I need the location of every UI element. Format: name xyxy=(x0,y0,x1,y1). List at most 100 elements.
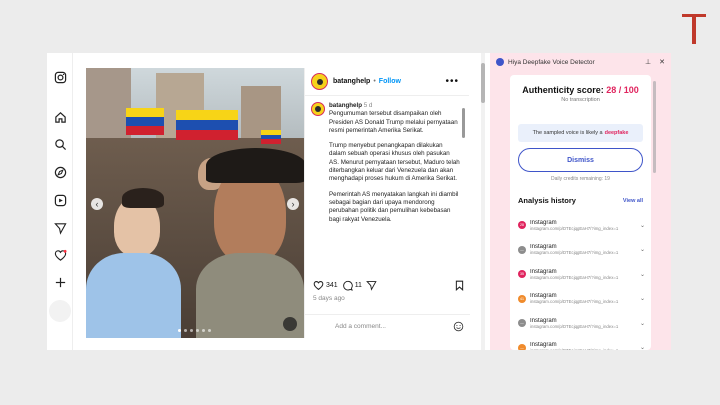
chevron-down-icon[interactable]: ⌄ xyxy=(640,271,645,278)
history-title: Analysis history xyxy=(518,196,576,205)
score-value: 28 / 100 xyxy=(606,85,639,95)
previous-arrow-icon[interactable]: ‹ xyxy=(91,198,103,210)
history-meta: Instagraminstagram.com/p/DTEcjqgEaH7/?im… xyxy=(530,220,637,231)
dismiss-button[interactable]: Dismiss xyxy=(518,148,643,172)
reels-icon[interactable] xyxy=(52,192,68,208)
follow-button[interactable]: Follow xyxy=(379,78,401,85)
post-username[interactable]: batanghelp xyxy=(333,78,370,85)
score-badge: — xyxy=(518,319,526,328)
verdict-banner: The sampled voice is likely a deepfake xyxy=(518,124,643,142)
instagram-sidebar xyxy=(47,53,73,350)
post-caption: batanghelp 5 d Pengumuman tersebut disamp… xyxy=(311,102,461,274)
score-badge: 35 xyxy=(518,270,526,279)
chevron-down-icon[interactable]: ⌄ xyxy=(640,295,645,302)
caption-paragraph: Trump menyebut penangkapan dilakukan dal… xyxy=(329,142,460,183)
video-person-hair xyxy=(206,148,304,183)
verdict-text: The sampled voice is likely a xyxy=(532,130,603,136)
score-badge: — xyxy=(518,343,526,350)
result-card: Authenticity score: 28 / 100 No transcri… xyxy=(510,75,651,350)
history-item[interactable]: — Instagraminstagram.com/p/DTEcjqgEaH7/?i… xyxy=(518,238,645,263)
history-item[interactable]: — Instagraminstagram.com/p/DTEcjqgEaH7/?i… xyxy=(518,311,645,336)
profile-bubble[interactable] xyxy=(49,300,71,322)
search-icon[interactable] xyxy=(52,136,68,152)
score-label: Authenticity score: xyxy=(522,85,604,95)
venezuela-flag xyxy=(176,110,238,140)
history-header: Analysis history View all xyxy=(518,196,643,205)
history-list: 28 Instagram instagram.com/p/DTEcjqgEaH7/?… xyxy=(518,213,645,350)
history-meta: Instagraminstagram.com/p/DTEcjqgEaH7/?im… xyxy=(530,269,637,280)
create-icon[interactable] xyxy=(52,274,68,290)
history-item[interactable]: 41 Instagram instagram.com/p/DTEcjqgEaH7/?… xyxy=(518,287,645,312)
explore-icon[interactable] xyxy=(52,164,68,180)
history-meta: Instagraminstagram.com/p/DTEcjqgEaH7/?im… xyxy=(530,342,637,350)
avatar[interactable] xyxy=(311,73,328,90)
comment-count: 11 xyxy=(354,281,362,289)
chevron-down-icon[interactable]: ⌄ xyxy=(640,320,645,327)
history-item[interactable]: — Instagraminstagram.com/p/DTEcjqgEaH7/?i… xyxy=(518,336,645,350)
notifications-icon[interactable] xyxy=(52,247,68,263)
more-options-icon[interactable]: ••• xyxy=(445,76,459,87)
credits-remaining: Daily credits remaining: 19 xyxy=(551,176,610,182)
save-icon[interactable] xyxy=(454,280,465,291)
history-meta: Instagraminstagram.com/p/DTEcjqgEaH7/?im… xyxy=(530,318,637,329)
share-icon[interactable] xyxy=(366,280,377,291)
home-icon[interactable] xyxy=(52,109,68,125)
carousel-dots xyxy=(178,329,211,332)
pin-icon[interactable]: ⊥ xyxy=(645,58,651,66)
chevron-down-icon[interactable]: ⌄ xyxy=(640,222,645,229)
post-time-ago: 5 days ago xyxy=(313,295,345,302)
history-meta: Instagraminstagram.com/p/DTEcjqgEaH7/?im… xyxy=(530,244,637,255)
verdict-emphasis: deepfake xyxy=(604,130,629,136)
like-count: 341 xyxy=(326,281,338,289)
history-url: instagram.com/p/DTEcjqgEaH7/?img_index=1 xyxy=(530,299,619,305)
extension-scrollbar[interactable] xyxy=(653,81,656,173)
history-url: instagram.com/p/DTEcjqgEaH7/?img_index=1 xyxy=(530,323,619,329)
comment-icon[interactable] xyxy=(342,280,353,291)
video-person-shirt xyxy=(86,253,181,338)
score-badge: 28 xyxy=(518,221,526,230)
venezuela-flag xyxy=(261,130,281,144)
close-icon[interactable]: ✕ xyxy=(659,58,665,66)
score-badge: 41 xyxy=(518,294,526,303)
post-side-panel: batanghelp • Follow ••• batanghelp 5 d Pe… xyxy=(304,68,470,338)
comment-input[interactable]: Add a comment... xyxy=(335,323,453,330)
post-video[interactable]: ‹ › xyxy=(86,68,304,338)
caption-avatar[interactable] xyxy=(311,102,325,116)
caption-scrollbar[interactable] xyxy=(462,108,465,138)
hiya-logo-icon xyxy=(496,58,504,66)
extension-titlebar: Hiya Deepfake Voice Detector ⊥ ✕ xyxy=(490,53,671,71)
caption-username[interactable]: batanghelp xyxy=(329,102,362,109)
video-person-hair xyxy=(122,188,164,208)
view-all-link[interactable]: View all xyxy=(623,198,643,204)
separator-dot: • xyxy=(373,78,376,85)
post-header: batanghelp • Follow ••• xyxy=(305,68,469,96)
instagram-icon[interactable] xyxy=(52,69,68,85)
history-url: instagram.com/p/DTEcjqgEaH7/?img_index=1 xyxy=(530,225,619,231)
video-building xyxy=(86,68,131,148)
messages-icon[interactable] xyxy=(52,220,68,236)
history-url: instagram.com/p/DTEcjqgEaH7/?img_index=1 xyxy=(530,274,619,280)
emoji-icon[interactable] xyxy=(453,321,464,332)
history-url: instagram.com/p/DTEcjqgEaH7/?img_index=1 xyxy=(530,348,637,350)
post-actions: 341 11 xyxy=(313,278,465,292)
caption-time: 5 d xyxy=(363,102,373,109)
comment-box: Add a comment... xyxy=(305,314,470,338)
history-meta: Instagraminstagram.com/p/DTEcjqgEaH7/?im… xyxy=(530,293,637,304)
page-scrollbar-thumb[interactable] xyxy=(481,63,485,103)
next-arrow-icon[interactable]: › xyxy=(287,198,299,210)
venezuela-flag xyxy=(126,108,164,135)
deepfake-detector-panel: Hiya Deepfake Voice Detector ⊥ ✕ Authent… xyxy=(490,53,671,350)
browser-screen: ‹ › batanghelp • Follow ••• batanghelp 5… xyxy=(47,53,671,350)
chevron-down-icon[interactable]: ⌄ xyxy=(640,246,645,253)
history-url: instagram.com/p/DTEcjqgEaH7/?img_index=1 xyxy=(530,250,619,256)
page-scrollbar[interactable] xyxy=(481,53,485,350)
extension-title: Hiya Deepfake Voice Detector xyxy=(508,58,595,66)
mute-icon[interactable] xyxy=(283,317,297,331)
authenticity-score: Authenticity score: 28 / 100 xyxy=(510,85,651,95)
history-item[interactable]: 28 Instagram instagram.com/p/DTEcjqgEaH7/?… xyxy=(518,213,645,238)
like-icon[interactable] xyxy=(313,280,324,291)
transcription-text: No transcription xyxy=(561,97,600,103)
brand-t-logo xyxy=(682,14,706,44)
history-item[interactable]: 35 Instagram instagram.com/p/DTEcjqgEaH7/?… xyxy=(518,262,645,287)
chevron-down-icon[interactable]: ⌄ xyxy=(640,344,645,350)
